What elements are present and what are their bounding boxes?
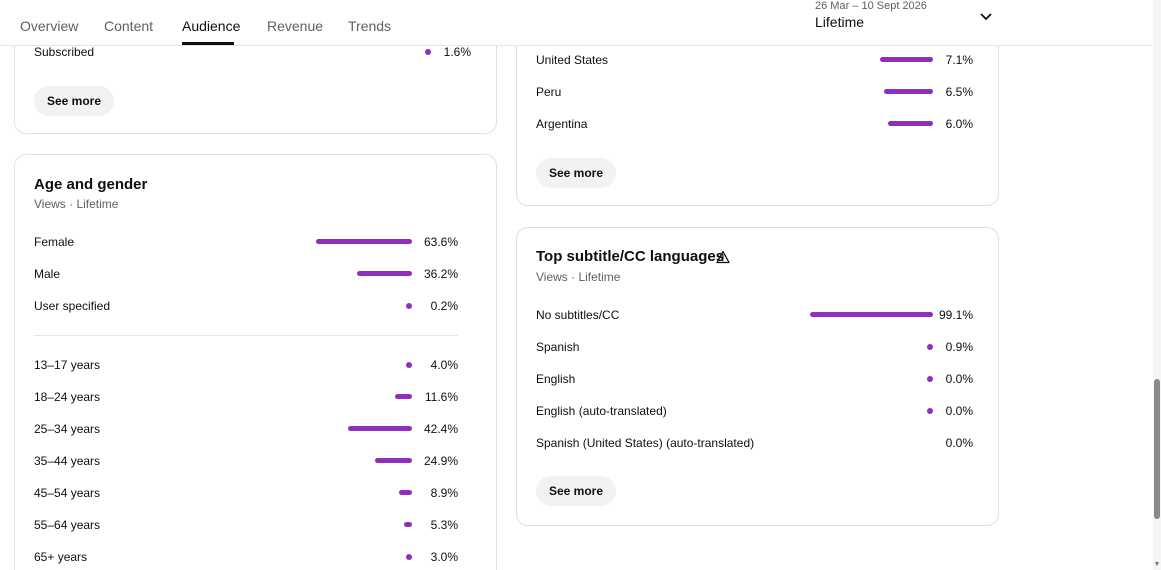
card-subtitle: Views · Lifetime bbox=[536, 270, 621, 284]
row-label-subscribed: Subscribed bbox=[34, 45, 95, 59]
row-label-no-subtitles: No subtitles/CC bbox=[536, 308, 620, 322]
see-more-button[interactable]: See more bbox=[34, 86, 115, 116]
row-label-age-65-plus: 65+ years bbox=[34, 550, 88, 564]
bar-age-35-44 bbox=[375, 458, 412, 463]
card-subtitle: Views · Lifetime bbox=[34, 197, 119, 211]
bar-no-subtitles bbox=[810, 312, 933, 317]
row-label-age-13-17: 13–17 years bbox=[34, 358, 101, 372]
scroll-down-arrow-icon[interactable]: ▼ bbox=[1153, 560, 1161, 570]
section-divider bbox=[34, 335, 458, 336]
row-label-female: Female bbox=[34, 235, 75, 249]
row-label-english-auto: English (auto-translated) bbox=[536, 404, 667, 418]
row-label-peru: Peru bbox=[536, 85, 562, 99]
tab-revenue[interactable]: Revenue bbox=[267, 18, 323, 34]
row-value-age-18-24: 11.6% bbox=[424, 390, 458, 404]
row-value-spanish: 0.9% bbox=[945, 340, 973, 354]
tab-content[interactable]: Content bbox=[104, 18, 153, 34]
row-value-age-13-17: 4.0% bbox=[430, 358, 458, 372]
row-value-age-25-34: 42.4% bbox=[423, 422, 458, 436]
date-range-label[interactable]: 26 Mar – 10 Sept 2026 bbox=[815, 0, 927, 12]
see-more-button[interactable]: See more bbox=[536, 476, 617, 506]
row-label-spanish: Spanish bbox=[536, 340, 580, 354]
row-value-male: 36.2% bbox=[423, 267, 458, 281]
row-value-subscribed: 1.6% bbox=[443, 45, 471, 59]
see-more-button[interactable]: See more bbox=[536, 158, 617, 188]
active-tab-indicator bbox=[182, 42, 234, 45]
row-label-english: English bbox=[536, 372, 576, 386]
row-label-user-specified: User specified bbox=[34, 299, 111, 313]
row-label-age-35-44: 35–44 years bbox=[34, 454, 101, 468]
row-value-age-45-54: 8.9% bbox=[430, 486, 458, 500]
row-label-argentina: Argentina bbox=[536, 117, 588, 131]
chevron-down-icon[interactable] bbox=[978, 9, 994, 25]
row-value-peru: 6.5% bbox=[945, 85, 973, 99]
tab-overview[interactable]: Overview bbox=[20, 18, 78, 34]
row-label-spanish-us-auto: Spanish (United States) (auto-translated… bbox=[536, 436, 755, 450]
row-label-age-55-64: 55–64 years bbox=[34, 518, 101, 532]
card-title: Age and gender bbox=[34, 176, 148, 193]
row-label-male: Male bbox=[34, 267, 61, 281]
row-value-age-65-plus: 3.0% bbox=[430, 550, 458, 564]
row-value-user-specified: 0.2% bbox=[430, 299, 458, 313]
row-value-female: 63.6% bbox=[423, 235, 458, 249]
row-label-united-states: United States bbox=[536, 53, 609, 67]
row-value-english-auto: 0.0% bbox=[945, 404, 973, 418]
analytics-header: Overview Content Audience Revenue Trends… bbox=[0, 0, 1153, 46]
period-selector-value[interactable]: Lifetime bbox=[815, 14, 864, 30]
row-value-no-subtitles: 99.1% bbox=[938, 308, 973, 322]
row-value-age-55-64: 5.3% bbox=[430, 518, 458, 532]
row-value-argentina: 6.0% bbox=[945, 117, 973, 131]
page-scrollbar-thumb[interactable] bbox=[1154, 379, 1160, 519]
row-value-age-35-44: 24.9% bbox=[423, 454, 458, 468]
warning-icon[interactable] bbox=[716, 250, 730, 264]
bar-male bbox=[357, 271, 412, 276]
row-value-spanish-us-auto: 0.0% bbox=[945, 436, 973, 450]
tab-audience[interactable]: Audience bbox=[182, 18, 240, 34]
age-gender-card: Age and gender Views · Lifetime Female 6… bbox=[14, 154, 497, 570]
row-label-age-18-24: 18–24 years bbox=[34, 390, 101, 404]
card-title: Top subtitle/CC languages bbox=[536, 248, 725, 265]
bar-female bbox=[316, 239, 412, 244]
row-value-english: 0.0% bbox=[945, 372, 973, 386]
tab-trends[interactable]: Trends bbox=[348, 18, 391, 34]
row-label-age-45-54: 45–54 years bbox=[34, 486, 101, 500]
row-value-united-states: 7.1% bbox=[945, 53, 973, 67]
bar-age-25-34 bbox=[348, 426, 412, 431]
top-subtitle-languages-card: Top subtitle/CC languages Views · Lifeti… bbox=[516, 227, 999, 526]
row-label-age-25-34: 25–34 years bbox=[34, 422, 101, 436]
